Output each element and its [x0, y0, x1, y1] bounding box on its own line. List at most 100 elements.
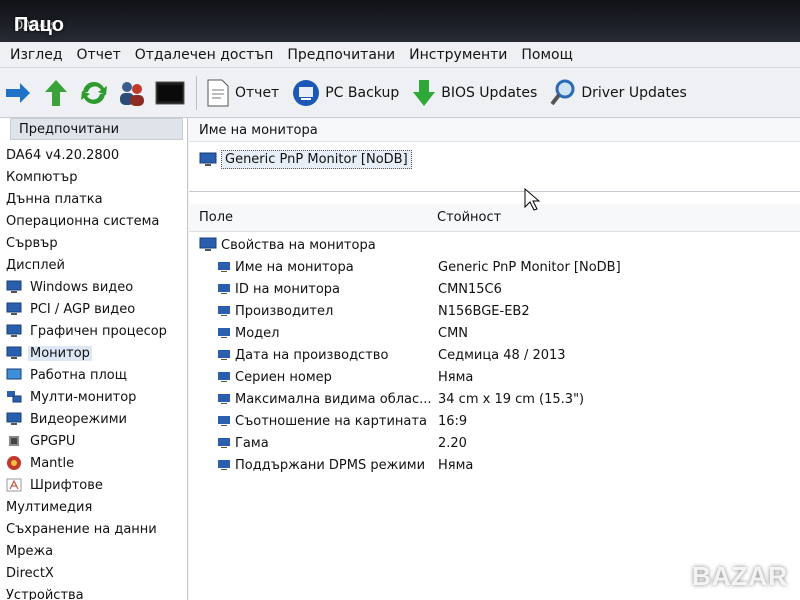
menu-favorites[interactable]: Предпочитани [287, 47, 395, 63]
driver-updates-label: Driver Updates [581, 84, 687, 101]
table-row[interactable]: Производител N156BGE-EB2 [189, 300, 800, 322]
tree-item-directx[interactable]: DirectX [0, 562, 187, 584]
multi-monitor-icon [7, 391, 22, 403]
tree-item-desktop[interactable]: Работна площ [0, 364, 187, 386]
row-field: Съотношение на картината [235, 413, 427, 429]
download-arrow-icon [413, 79, 436, 106]
forward-arrow-icon[interactable] [2, 77, 34, 109]
driver-updates-button[interactable]: Driver Updates [549, 78, 687, 108]
monitor-properties-group: Свойства на монитора [189, 234, 800, 256]
row-value: CMN [438, 325, 469, 341]
row-field: ID на монитора [235, 281, 341, 297]
row-value: Няма [438, 457, 474, 473]
tree-item-pci-agp-video[interactable]: PCI / AGP видео [0, 298, 187, 320]
property-icon [218, 350, 230, 360]
property-icon [218, 394, 230, 404]
table-row[interactable]: Име на монитора Generic PnP Monitor [NoD… [189, 256, 800, 278]
tree-item-network[interactable]: Мрежа [0, 540, 187, 562]
menu-tools[interactable]: Инструменти [409, 47, 507, 63]
row-value: 34 cm x 19 cm (15.3") [438, 391, 585, 407]
table-row[interactable]: Сериен номер Няма [189, 366, 800, 388]
tree-item-mantle[interactable]: Mantle [0, 452, 187, 474]
tree-item-motherboard[interactable]: Дънна платка [0, 188, 187, 210]
up-arrow-icon[interactable] [40, 77, 72, 109]
report-icon [207, 79, 229, 106]
table-row[interactable]: ID на монитора CMN15C6 [189, 278, 800, 300]
group-label: Свойства на монитора [221, 237, 376, 253]
row-field: Поддържани DPMS режими [235, 457, 426, 473]
mantle-icon [7, 456, 21, 470]
tree-item-storage[interactable]: Съхранение на данни [0, 518, 187, 540]
monitor-name-column-header[interactable]: Име на монитора [189, 118, 800, 142]
bios-updates-button[interactable]: BIOS Updates [411, 78, 537, 108]
tree-item-version[interactable]: DA64 v4.20.2800 [0, 144, 187, 166]
tree-item-multi-monitor[interactable]: Мулти-монитор [0, 386, 187, 408]
pc-backup-label: PC Backup [325, 84, 400, 101]
row-value: 16:9 [438, 413, 468, 429]
pc-backup-button[interactable]: PC Backup [291, 78, 399, 108]
terminal-icon[interactable] [154, 77, 186, 109]
tree-item-fonts[interactable]: Шрифтове [0, 474, 187, 496]
property-icon [218, 328, 230, 338]
tree-item-os[interactable]: Операционна система [0, 210, 187, 232]
tree-item-display[interactable]: Дисплей [0, 254, 187, 276]
tree-item-windows-video[interactable]: Windows видео [0, 276, 187, 298]
value-column-header[interactable]: Стойност [429, 210, 501, 225]
monitor-icon [6, 346, 22, 359]
report-button-label: Отчет [235, 84, 280, 101]
tree-item-gpgpu[interactable]: GPGPU [0, 430, 187, 452]
table-row[interactable]: Максимална видима облас... 34 cm x 19 cm… [189, 388, 800, 410]
tree-item-monitor[interactable]: Монитор [0, 342, 187, 364]
tree-item-gpu[interactable]: Графичен процесор [0, 320, 187, 342]
desktop-icon [6, 368, 22, 380]
monitor-list-item-label: Generic PnP Monitor [NoDB] [221, 150, 412, 169]
monitor-icon [6, 324, 22, 337]
mouse-cursor-icon [524, 188, 540, 211]
menu-bar: Изглед Отчет Отдалечен достъп Предпочита… [0, 42, 800, 68]
table-row[interactable]: Съотношение на картината 16:9 [189, 410, 800, 432]
backup-icon [293, 79, 320, 106]
tree-view: DA64 v4.20.2800 Компютър Дънна платка Оп… [0, 140, 187, 600]
monitor-icon [199, 237, 217, 251]
table-row[interactable]: Модел CMN [189, 322, 800, 344]
tree-item-computer[interactable]: Компютър [0, 166, 187, 188]
property-icon [218, 262, 230, 272]
row-field: Дата на производство [235, 347, 389, 363]
menu-view[interactable]: Изглед [10, 47, 63, 63]
table-row[interactable]: Поддържани DPMS режими Няма [189, 454, 800, 476]
row-value: N156BGE-EB2 [438, 303, 530, 319]
table-row[interactable]: Гама 2.20 [189, 432, 800, 454]
table-row[interactable]: Дата на производство Седмица 48 / 2013 [189, 344, 800, 366]
watermark-logo: BAZAR [692, 561, 788, 591]
bios-updates-label: BIOS Updates [441, 84, 538, 101]
tree-item-multimedia[interactable]: Мултимедия [0, 496, 187, 518]
watermark-text: Пацо [14, 14, 65, 36]
refresh-icon[interactable] [78, 77, 110, 109]
menu-report[interactable]: Отчет [77, 47, 121, 63]
menu-help[interactable]: Помощ [521, 47, 572, 63]
row-field: Гама [235, 435, 269, 451]
property-icon [218, 438, 230, 448]
tree-item-video-modes[interactable]: Видеорежими [0, 408, 187, 430]
toolbar: Отчет PC Backup BIOS Updates Driver Upda… [0, 68, 800, 118]
row-value: Седмица 48 / 2013 [438, 347, 566, 363]
monitor-icon [6, 412, 22, 425]
properties-column-headers: Поле Стойност [189, 204, 800, 232]
toolbar-separator [196, 75, 197, 110]
screen: DA64 s Пацо Изглед Отчет Отдалечен достъ… [0, 0, 800, 600]
users-icon[interactable] [116, 77, 148, 109]
row-field: Име на монитора [235, 259, 354, 275]
row-field: Сериен номер [235, 369, 332, 385]
report-button[interactable]: Отчет [205, 78, 279, 108]
row-value: Generic PnP Monitor [NoDB] [438, 259, 621, 275]
tree-item-devices[interactable]: Устройства [0, 584, 187, 600]
monitor-icon [6, 302, 22, 315]
magnifier-icon [550, 79, 575, 105]
property-icon [218, 460, 230, 470]
field-column-header[interactable]: Поле [189, 210, 429, 225]
menu-remote[interactable]: Отдалечен достъп [135, 47, 274, 63]
sidebar-tab-favorites[interactable]: Предпочитани [10, 118, 183, 140]
tree-item-server[interactable]: Сървър [0, 232, 187, 254]
monitor-list-item[interactable]: Generic PnP Monitor [NoDB] [199, 150, 412, 169]
property-icon [218, 416, 230, 426]
